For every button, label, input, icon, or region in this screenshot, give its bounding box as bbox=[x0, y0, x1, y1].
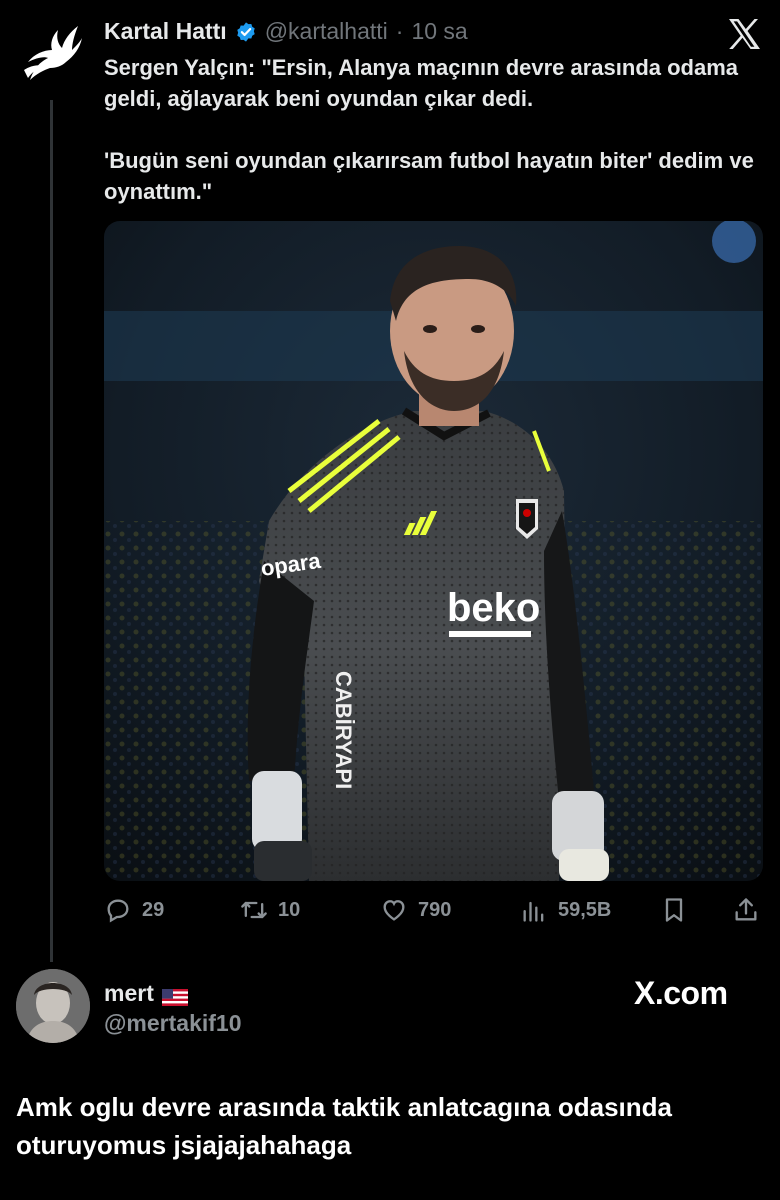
like-button[interactable]: 790 bbox=[380, 896, 451, 924]
verified-badge-icon bbox=[235, 21, 257, 43]
repost-button[interactable]: 10 bbox=[240, 896, 300, 924]
reply-author-name: mert bbox=[104, 980, 154, 1006]
author-handle[interactable]: @kartalhatti bbox=[265, 18, 388, 45]
thread-line bbox=[50, 100, 53, 962]
x-logo-icon[interactable] bbox=[727, 18, 761, 50]
kartal-hatti-avatar[interactable] bbox=[22, 22, 82, 84]
like-count: 790 bbox=[418, 898, 452, 921]
us-flag-icon bbox=[161, 985, 188, 1006]
views-button[interactable]: 59,5B bbox=[520, 896, 611, 924]
x-com-watermark: X.com bbox=[634, 975, 728, 1011]
reply-count: 29 bbox=[142, 898, 165, 921]
tweet-photo[interactable]: beko opara CABİRYAPI bbox=[104, 221, 763, 881]
tweet-time[interactable]: 10 sa bbox=[411, 18, 467, 45]
goalkeeper-photo: beko opara CABİRYAPI bbox=[104, 221, 763, 881]
bookmark-icon bbox=[665, 898, 683, 922]
repost-icon bbox=[241, 901, 267, 919]
views-icon bbox=[523, 901, 544, 922]
jersey-sponsor-text: beko bbox=[447, 586, 540, 630]
tweet-text: Sergen Yalçın: "Ersin, Alanya maçının de… bbox=[104, 52, 764, 207]
reply-handle[interactable]: @mertakif10 bbox=[104, 1010, 242, 1037]
author-name[interactable]: Kartal Hattı bbox=[104, 18, 227, 45]
profile-photo bbox=[16, 969, 90, 1043]
avatar[interactable] bbox=[16, 969, 90, 1043]
reply-icon bbox=[107, 899, 129, 923]
tweet-text-paragraph-2: 'Bugün seni oyundan çıkarırsam futbol ha… bbox=[104, 148, 754, 204]
like-icon bbox=[383, 900, 405, 921]
share-button[interactable] bbox=[732, 896, 760, 924]
reply-author[interactable]: mert bbox=[104, 980, 188, 1007]
side-sponsor-text: CABİRYAPI bbox=[331, 671, 356, 789]
reply-text: Amk oglu devre arasında taktik anlatcagı… bbox=[16, 1092, 672, 1160]
eagle-logo-icon bbox=[24, 26, 82, 80]
tweet-text-paragraph-1: Sergen Yalçın: "Ersin, Alanya maçının de… bbox=[104, 55, 739, 111]
tweet-header: Kartal Hattı @kartalhatti · 10 sa bbox=[104, 18, 468, 45]
views-count: 59,5B bbox=[558, 898, 612, 921]
separator-dot: · bbox=[395, 18, 404, 44]
bookmark-button[interactable] bbox=[660, 896, 688, 924]
share-icon bbox=[735, 898, 757, 921]
reply-button[interactable]: 29 bbox=[104, 896, 164, 924]
repost-count: 10 bbox=[278, 898, 301, 921]
